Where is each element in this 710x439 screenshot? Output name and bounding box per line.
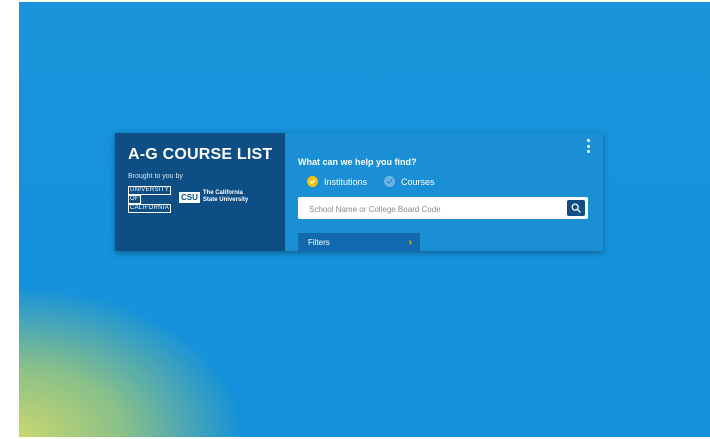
search-icon xyxy=(571,203,581,213)
search-input[interactable] xyxy=(307,197,561,221)
more-vertical-icon[interactable] xyxy=(587,139,591,153)
page-background: A-G COURSE LIST Brought to you by UNIVER… xyxy=(19,2,710,437)
search-button[interactable] xyxy=(567,200,585,216)
uc-logo-line: UNIVERSITY xyxy=(128,186,172,195)
csu-mark: CSU xyxy=(179,191,200,203)
search-card: A-G COURSE LIST Brought to you by UNIVER… xyxy=(115,133,603,251)
option-label: Institutions xyxy=(324,176,368,187)
search-type-options: Institutions Courses xyxy=(307,176,435,187)
option-courses[interactable]: Courses xyxy=(384,176,435,187)
uc-logo-line: OF xyxy=(128,195,141,204)
option-institutions[interactable]: Institutions xyxy=(307,176,367,187)
filters-button[interactable]: Filters › xyxy=(298,233,420,251)
uc-logo-line: CALIFORNIA xyxy=(128,204,172,213)
chevron-right-icon: › xyxy=(408,236,412,248)
brand-panel: A-G COURSE LIST Brought to you by UNIVER… xyxy=(115,133,285,251)
search-question: What can we help you find? xyxy=(298,157,417,167)
search-panel: What can we help you find? Institutions … xyxy=(285,133,603,251)
brought-to-you-text: Brought to you by xyxy=(128,173,183,180)
search-box xyxy=(298,197,588,221)
option-label: Courses xyxy=(401,176,435,187)
csu-name-line: The California xyxy=(202,190,243,196)
check-icon xyxy=(384,176,396,187)
filters-label: Filters xyxy=(308,237,330,247)
csu-name-line: State University xyxy=(202,197,249,203)
csu-name: The California State University xyxy=(203,190,248,204)
app-title: A-G COURSE LIST xyxy=(128,146,273,163)
check-icon xyxy=(307,176,318,187)
uc-logo: UNIVERSITY OF CALIFORNIA xyxy=(128,186,172,213)
csu-logo: CSU The California State University xyxy=(179,190,248,204)
